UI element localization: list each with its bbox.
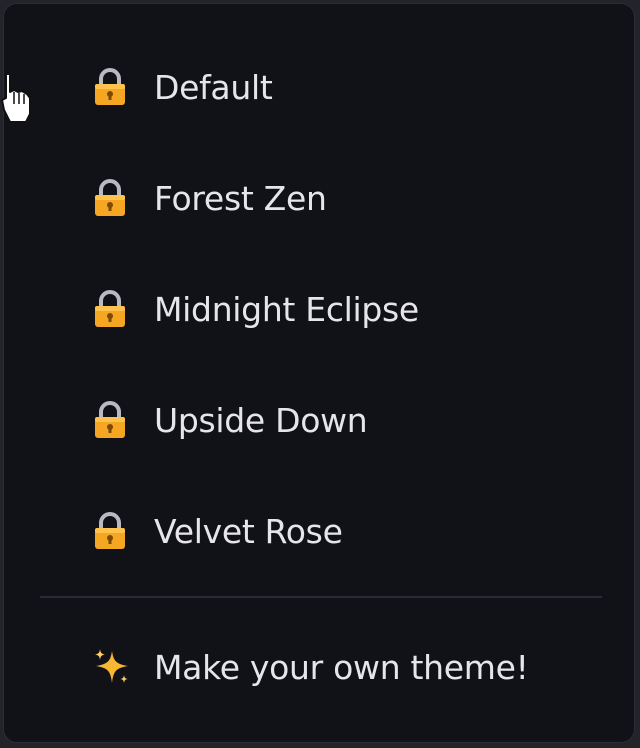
- theme-item-midnight-eclipse[interactable]: Midnight Eclipse: [92, 279, 419, 339]
- theme-item-upside-down[interactable]: Upside Down: [92, 390, 368, 450]
- theme-item-default[interactable]: Default: [92, 57, 273, 117]
- hand-pointer-cursor-icon: [0, 70, 36, 134]
- lock-icon: [92, 400, 132, 440]
- theme-item-label: Upside Down: [154, 400, 368, 440]
- menu-divider: [40, 596, 602, 598]
- lock-icon: [92, 511, 132, 551]
- lock-icon: [92, 289, 132, 329]
- sparkles-icon: [92, 647, 132, 687]
- lock-icon: [92, 67, 132, 107]
- theme-item-forest-zen[interactable]: Forest Zen: [92, 168, 327, 228]
- theme-item-label: Velvet Rose: [154, 511, 343, 551]
- lock-icon: [92, 178, 132, 218]
- make-own-theme-button[interactable]: Make your own theme!: [92, 637, 529, 697]
- theme-item-label: Forest Zen: [154, 178, 327, 218]
- make-own-theme-label: Make your own theme!: [154, 647, 529, 687]
- theme-item-label: Default: [154, 67, 273, 107]
- theme-menu: Default Forest Zen Midnight Eclipse Upsi…: [3, 3, 635, 743]
- theme-item-velvet-rose[interactable]: Velvet Rose: [92, 501, 343, 561]
- theme-item-label: Midnight Eclipse: [154, 289, 419, 329]
